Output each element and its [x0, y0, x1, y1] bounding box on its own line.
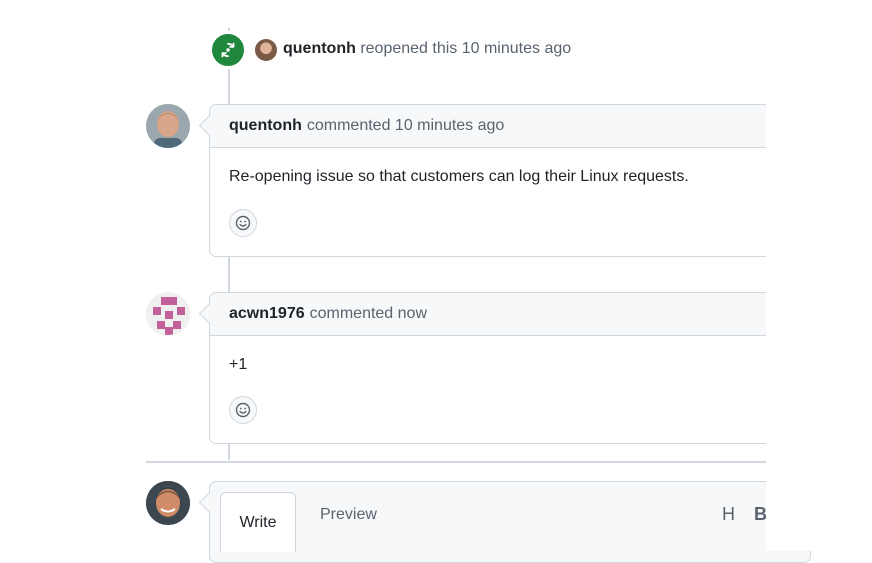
comment-author[interactable]: quentonh	[229, 117, 302, 135]
reopened-event-badge	[209, 31, 247, 69]
comment-body: +1	[229, 356, 248, 373]
avatar[interactable]	[146, 104, 190, 148]
current-user-avatar[interactable]	[146, 481, 190, 525]
comment-header: quentonh commented 10 minutes ago	[210, 105, 810, 148]
smiley-icon	[235, 402, 251, 418]
comment-caret	[198, 491, 221, 514]
viewport-edge	[766, 0, 872, 551]
comment-timestamp[interactable]: commented now	[310, 305, 427, 323]
tab-preview[interactable]: Preview	[320, 506, 377, 524]
comment: quentonh commented 10 minutes ago Re-ope…	[198, 104, 811, 257]
event-action-text: reopened this 10 minutes ago	[360, 40, 572, 57]
smiley-icon	[235, 215, 251, 231]
comment: acwn1976 commented now +1	[198, 292, 811, 444]
event-user-avatar[interactable]	[255, 39, 277, 61]
sync-icon	[221, 42, 235, 58]
comment-timestamp[interactable]: commented 10 minutes ago	[307, 117, 504, 135]
event-username-link[interactable]: quentonh	[283, 40, 356, 57]
tab-write[interactable]: Write	[220, 492, 296, 552]
comment-author[interactable]: acwn1976	[229, 305, 305, 323]
avatar[interactable]	[146, 292, 190, 336]
add-reaction-button[interactable]	[229, 209, 257, 237]
comment-header: acwn1976 commented now	[210, 293, 810, 336]
heading-button[interactable]: H	[722, 504, 735, 525]
reopened-event-text: quentonh reopened this 10 minutes ago	[283, 40, 571, 58]
comment-body: Re-opening issue so that customers can l…	[229, 168, 689, 185]
timeline-divider	[146, 461, 766, 463]
add-reaction-button[interactable]	[229, 396, 257, 424]
